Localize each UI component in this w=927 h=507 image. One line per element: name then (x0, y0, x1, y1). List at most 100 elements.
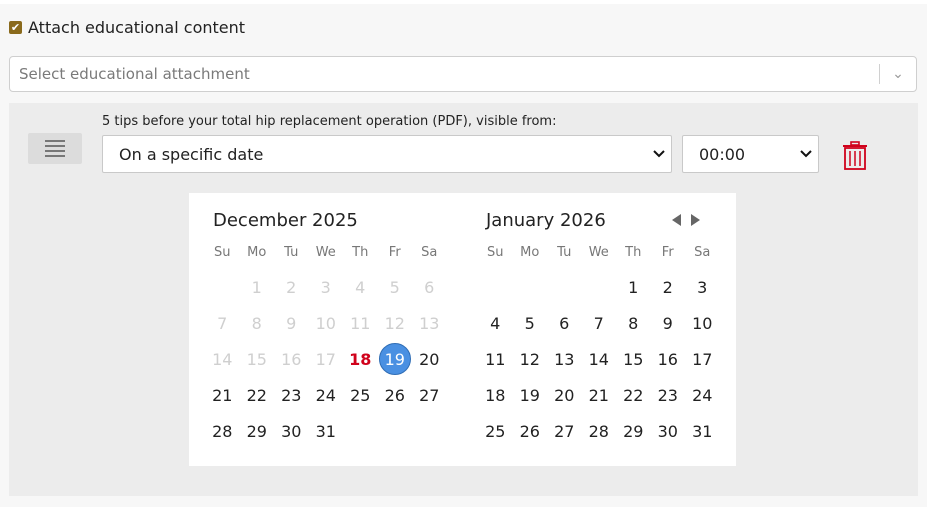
time-select[interactable]: 00:00 (682, 135, 819, 173)
calendar-day[interactable]: 22 (240, 377, 275, 413)
week-row: 11 12 13 14 15 16 17 (478, 341, 720, 377)
prev-month-icon[interactable] (672, 214, 681, 226)
day-grid: 1 2 3 4 5 6 7 8 9 10 11 12 13 14 15 16 17 18 19 20 21 22 23 24 2… (478, 269, 720, 449)
educational-attachment-select[interactable]: Select educational attachment ⌄ (9, 56, 917, 92)
calendar-day[interactable]: 8 (616, 305, 651, 341)
weekday-label: Su (487, 245, 504, 260)
weekday-label: Th (352, 245, 369, 260)
calendar-day[interactable]: 10 (685, 305, 720, 341)
calendar-day: 11 (350, 313, 371, 333)
weekday-label: We (315, 245, 336, 260)
time-value: 00:00 (699, 144, 746, 164)
calendar-day[interactable]: 6 (547, 305, 582, 341)
calendar-day[interactable]: 19 (513, 377, 548, 413)
weekday-label: Sa (694, 245, 711, 260)
trash-icon[interactable] (842, 141, 868, 171)
attach-checkbox[interactable]: ✔ (9, 21, 22, 34)
calendar-day[interactable]: 30 (274, 413, 309, 449)
calendar-day[interactable]: 30 (651, 413, 686, 449)
empty-day-cell (205, 269, 240, 305)
calendar-day[interactable]: 2 (651, 269, 686, 305)
week-row: 18 19 20 21 22 23 24 (478, 377, 720, 413)
weekday-label: Sa (421, 245, 438, 260)
calendar-day[interactable]: 12 (513, 341, 548, 377)
selected-day-number: 19 (378, 343, 411, 375)
weekday-label: Su (214, 245, 231, 260)
calendar-day[interactable]: 27 (412, 377, 447, 413)
attachment-placeholder: Select educational attachment (19, 65, 250, 83)
page: ✔ Attach educational content Select educ… (0, 4, 927, 507)
calendar-day[interactable]: 23 (274, 377, 309, 413)
calendar-day: 13 (419, 313, 440, 333)
calendar-day[interactable]: 18 (478, 377, 513, 413)
calendar-day[interactable]: 14 (582, 341, 617, 377)
calendar-day[interactable]: 25 (343, 377, 378, 413)
date-picker-calendar: December 2025 Su Mo Tu We Th Fr Sa 1 2 3 4 5 6 7 8 9 10 11… (189, 193, 736, 466)
calendar-day[interactable]: 26 (378, 377, 413, 413)
empty-day-cell (478, 269, 513, 305)
chevron-down-icon[interactable]: ⌄ (880, 66, 916, 82)
calendar-day[interactable]: 9 (651, 305, 686, 341)
calendar-day[interactable]: 3 (685, 269, 720, 305)
calendar-day: 6 (424, 277, 435, 297)
weekday-label: Tu (557, 245, 572, 260)
weekday-label: Fr (661, 245, 674, 260)
empty-day-cell (547, 269, 582, 305)
calendar-day[interactable]: 29 (616, 413, 651, 449)
calendar-day[interactable]: 20 (412, 341, 447, 377)
chevron-down-icon (800, 147, 812, 162)
calendar-day[interactable]: 21 (582, 377, 617, 413)
calendar-day[interactable]: 15 (616, 341, 651, 377)
calendar-day: 14 (212, 349, 233, 369)
calendar-day[interactable]: 4 (478, 305, 513, 341)
calendar-day[interactable]: 24 (685, 377, 720, 413)
calendar-day[interactable]: 22 (616, 377, 651, 413)
attach-content-row[interactable]: ✔ Attach educational content (9, 18, 245, 37)
attachment-item-label: 5 tips before your total hip replacement… (102, 114, 557, 129)
empty-day-cell (378, 413, 413, 449)
calendar-day[interactable]: 7 (582, 305, 617, 341)
calendar-day[interactable]: 21 (205, 377, 240, 413)
calendar-day: 17 (315, 349, 336, 369)
calendar-day[interactable]: 5 (513, 305, 548, 341)
calendar-day: 7 (217, 313, 228, 333)
calendar-day: 1 (251, 277, 262, 297)
month-navigation (672, 214, 700, 226)
calendar-day[interactable]: 31 (685, 413, 720, 449)
weekday-header: Su Mo Tu We Th Fr Sa (478, 245, 720, 260)
weekday-label: We (588, 245, 609, 260)
weekday-label: Mo (520, 245, 540, 260)
drag-handle-icon[interactable] (28, 133, 82, 164)
week-row: 21 22 23 24 25 26 27 (205, 377, 447, 413)
calendar-day[interactable]: 23 (651, 377, 686, 413)
calendar-day[interactable]: 24 (309, 377, 344, 413)
calendar-day[interactable]: 26 (513, 413, 548, 449)
calendar-day: 8 (251, 313, 262, 333)
calendar-day[interactable]: 27 (547, 413, 582, 449)
month-title: December 2025 (213, 210, 358, 231)
calendar-day[interactable]: 16 (651, 341, 686, 377)
weekday-label: Tu (284, 245, 299, 260)
calendar-day[interactable]: 31 (309, 413, 344, 449)
chevron-down-icon (653, 147, 665, 162)
next-month-icon[interactable] (691, 214, 700, 226)
calendar-day[interactable]: 20 (547, 377, 582, 413)
calendar-day[interactable]: 11 (478, 341, 513, 377)
weekday-label: Th (625, 245, 642, 260)
empty-day-cell (582, 269, 617, 305)
calendar-day[interactable]: 1 (616, 269, 651, 305)
calendar-day[interactable]: 28 (205, 413, 240, 449)
today-day[interactable]: 18 (343, 341, 378, 377)
week-row: 4 5 6 7 8 9 10 (478, 305, 720, 341)
calendar-day: 10 (315, 313, 336, 333)
calendar-day[interactable]: 17 (685, 341, 720, 377)
empty-day-cell (513, 269, 548, 305)
day-grid: 1 2 3 4 5 6 7 8 9 10 11 12 13 14 15 16 17 18 19 20 21 22 23 24 2… (205, 269, 447, 449)
visibility-select[interactable]: On a specific date (102, 135, 672, 173)
calendar-day[interactable]: 29 (240, 413, 275, 449)
calendar-day[interactable]: 28 (582, 413, 617, 449)
calendar-day[interactable]: 13 (547, 341, 582, 377)
selected-day[interactable]: 19 (378, 341, 413, 377)
calendar-day[interactable]: 25 (478, 413, 513, 449)
visibility-value: On a specific date (119, 144, 264, 164)
